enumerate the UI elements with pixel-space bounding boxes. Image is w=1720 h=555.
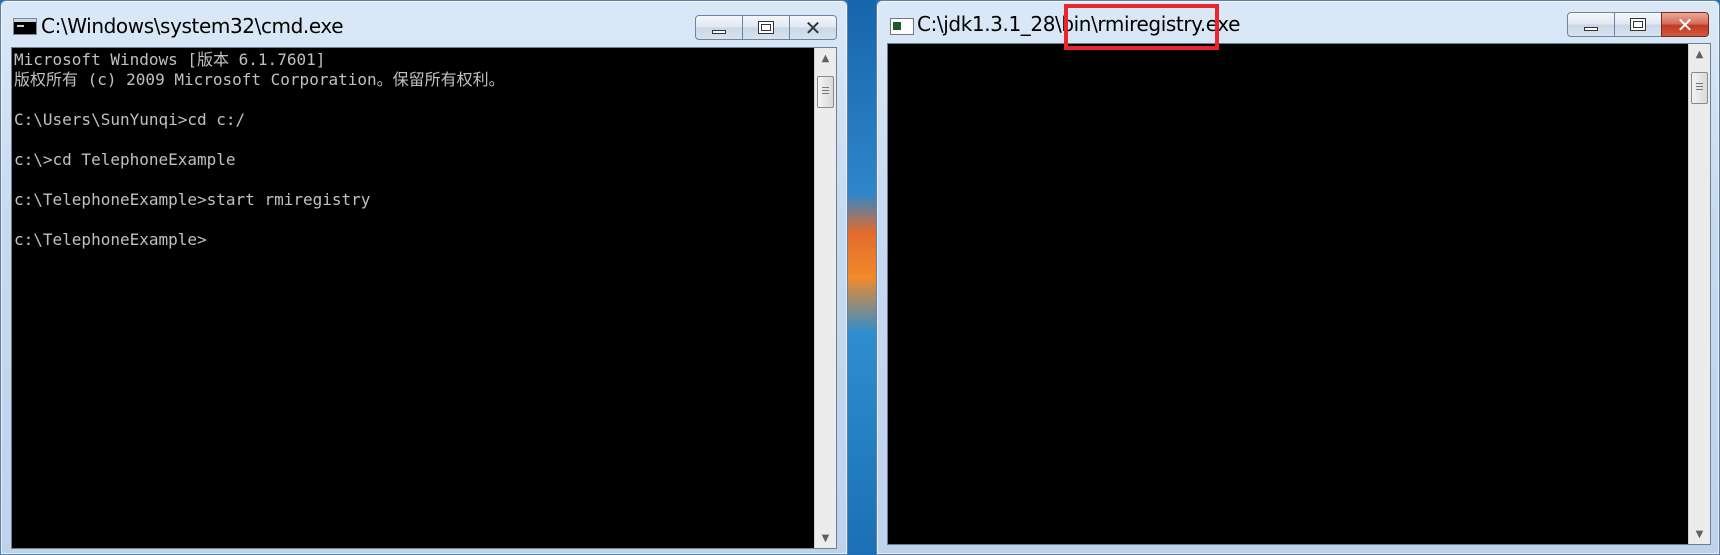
desktop-background [848, 0, 876, 555]
console-app-icon[interactable] [13, 18, 37, 35]
cmd-window-title: C:\Windows\system32\cmd.exe [41, 14, 344, 38]
minimize-button[interactable] [695, 15, 743, 40]
rmiregistry-caption-buttons: ✕ [1567, 12, 1709, 38]
rmiregistry-console-area[interactable]: ▲ ▼ [887, 43, 1711, 545]
close-button[interactable]: ✕ [1661, 12, 1709, 37]
scroll-up-arrow-icon[interactable]: ▲ [815, 48, 836, 68]
cmd-titlebar[interactable]: C:\Windows\system32\cmd.exe ✕ [1, 1, 847, 45]
scroll-up-arrow-icon[interactable]: ▲ [1689, 44, 1710, 64]
cmd-console-area[interactable]: Microsoft Windows [版本 6.1.7601] 版权所有 (c)… [11, 47, 837, 549]
scroll-down-arrow-icon[interactable]: ▼ [815, 528, 836, 548]
minimize-button[interactable] [1567, 12, 1615, 37]
rmiregistry-titlebar[interactable]: C:\jdk1.3.1_28\bin\rmiregistry.exe ✕ [877, 1, 1719, 45]
cmd-console-output: Microsoft Windows [版本 6.1.7601] 版权所有 (c)… [14, 50, 505, 249]
scroll-thumb[interactable] [1691, 72, 1708, 104]
close-icon: ✕ [1676, 12, 1694, 37]
minimize-icon [1584, 26, 1598, 31]
close-button[interactable]: ✕ [789, 15, 837, 40]
java-app-icon[interactable] [890, 18, 914, 35]
scroll-thumb[interactable] [817, 76, 834, 108]
close-icon: ✕ [804, 15, 822, 40]
scroll-down-arrow-icon[interactable]: ▼ [1689, 524, 1710, 544]
annotation-highlight-box [1064, 4, 1219, 50]
rmiregistry-window[interactable]: C:\jdk1.3.1_28\bin\rmiregistry.exe ✕ ▲ ▼ [876, 0, 1720, 555]
maximize-button[interactable] [742, 15, 790, 40]
restore-icon [758, 21, 774, 34]
restore-icon [1630, 18, 1646, 31]
minimize-icon [712, 29, 726, 34]
vertical-scrollbar[interactable]: ▲ ▼ [1688, 44, 1710, 544]
cmd-caption-buttons: ✕ [695, 15, 837, 41]
cmd-window[interactable]: C:\Windows\system32\cmd.exe ✕ Microsoft … [0, 0, 848, 555]
vertical-scrollbar[interactable]: ▲ ▼ [814, 48, 836, 548]
maximize-button[interactable] [1614, 12, 1662, 37]
